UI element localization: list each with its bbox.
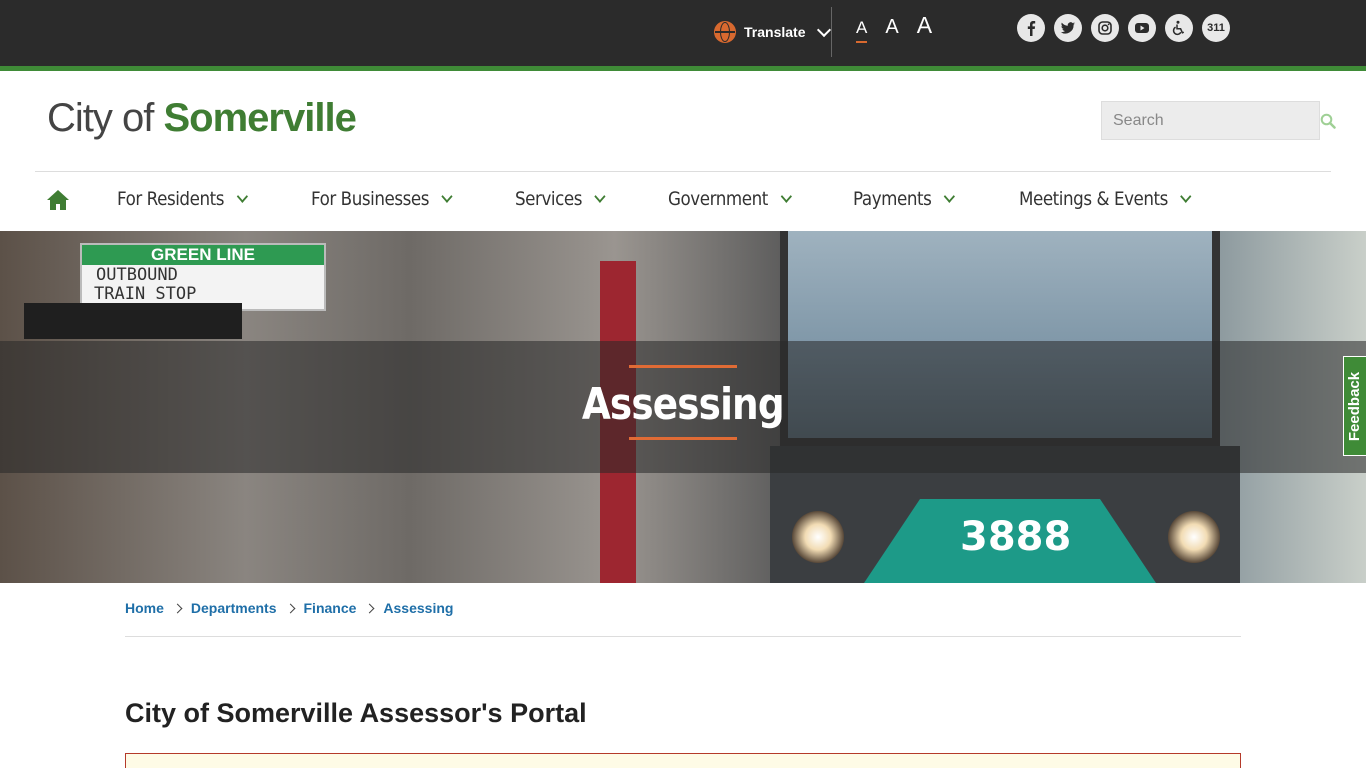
sign-outbound: OUTBOUND	[96, 265, 178, 285]
title-rule-bottom	[629, 437, 737, 440]
nav-payments[interactable]: Payments	[853, 188, 956, 210]
chevron-down-icon	[236, 190, 248, 203]
breadcrumb-assessing[interactable]: Assessing	[383, 600, 453, 616]
hero-banner: GREEN LINE OUTBOUND TRAIN STOP 3888 Asse…	[0, 231, 1366, 583]
logo-name: Somerville	[163, 96, 356, 140]
chevron-down-icon	[441, 190, 453, 203]
nav-label: For Businesses	[311, 188, 430, 210]
page-title-text: Assessing	[582, 379, 785, 430]
chevron-down-icon	[817, 22, 832, 37]
nav-label: Government	[668, 188, 768, 210]
chevron-right-icon	[285, 603, 295, 613]
search-box	[1101, 101, 1336, 140]
breadcrumb: Home Departments Finance Assessing	[125, 600, 453, 616]
youtube-icon[interactable]	[1128, 14, 1156, 42]
nav-meetings-events[interactable]: Meetings & Events	[1019, 188, 1192, 210]
font-size-controls: A A A	[856, 14, 932, 43]
search-input[interactable]	[1102, 102, 1320, 139]
nav-government[interactable]: Government	[668, 188, 792, 210]
headlight	[1168, 511, 1220, 563]
site-logo[interactable]: City of Somerville	[47, 96, 357, 141]
chevron-right-icon	[364, 603, 375, 613]
nav-services[interactable]: Services	[515, 188, 606, 210]
chevron-right-icon	[172, 603, 183, 613]
breadcrumb-home[interactable]: Home	[125, 600, 164, 616]
feedback-tab[interactable]: Feedback	[1343, 356, 1366, 456]
led-board	[24, 303, 242, 339]
chevron-down-icon	[594, 190, 606, 203]
social-links: 311	[1017, 14, 1230, 42]
chevron-down-icon	[780, 190, 792, 203]
twitter-icon[interactable]	[1054, 14, 1082, 42]
translate-label: Translate	[744, 24, 806, 40]
nav-for-residents[interactable]: For Residents	[117, 188, 248, 210]
globe-icon	[714, 21, 736, 43]
sign-line: GREEN LINE	[82, 245, 324, 265]
train-number: 3888	[960, 514, 1072, 560]
divider	[831, 7, 832, 57]
green-accent-line	[0, 66, 1366, 71]
section-title: City of Somerville Assessor's Portal	[125, 698, 587, 728]
headlight	[792, 511, 844, 563]
311-icon[interactable]: 311	[1202, 14, 1230, 42]
nav-label: Services	[515, 188, 582, 210]
instagram-icon[interactable]	[1091, 14, 1119, 42]
font-size-small-button[interactable]: A	[856, 19, 868, 43]
translate-button[interactable]: Translate	[714, 20, 832, 44]
notice-box	[125, 753, 1241, 768]
breadcrumb-divider	[125, 636, 1241, 637]
home-icon[interactable]	[46, 189, 70, 211]
page-title: Assessing	[0, 379, 1366, 430]
logo-prefix: City of	[47, 96, 154, 140]
sign-stop: TRAIN STOP	[94, 284, 197, 304]
title-rule-top	[629, 365, 737, 368]
search-icon[interactable]	[1320, 102, 1336, 139]
breadcrumb-finance[interactable]: Finance	[304, 600, 357, 616]
nav-label: For Residents	[117, 188, 225, 210]
breadcrumb-departments[interactable]: Departments	[191, 600, 277, 616]
nav-for-businesses[interactable]: For Businesses	[311, 188, 453, 210]
feedback-label: Feedback	[1346, 371, 1364, 441]
facebook-icon[interactable]	[1017, 14, 1045, 42]
nav-label: Payments	[853, 188, 932, 210]
main-navigation: For Residents For Businesses Services Go…	[0, 172, 1366, 231]
chevron-down-icon	[943, 190, 956, 203]
font-size-large-button[interactable]: A	[917, 14, 932, 37]
nav-label: Meetings & Events	[1019, 188, 1168, 210]
accessibility-icon[interactable]	[1165, 14, 1193, 42]
chevron-down-icon	[1180, 190, 1192, 203]
font-size-medium-button[interactable]: A	[885, 17, 898, 37]
utility-bar: Translate A A A 311	[0, 0, 1366, 66]
